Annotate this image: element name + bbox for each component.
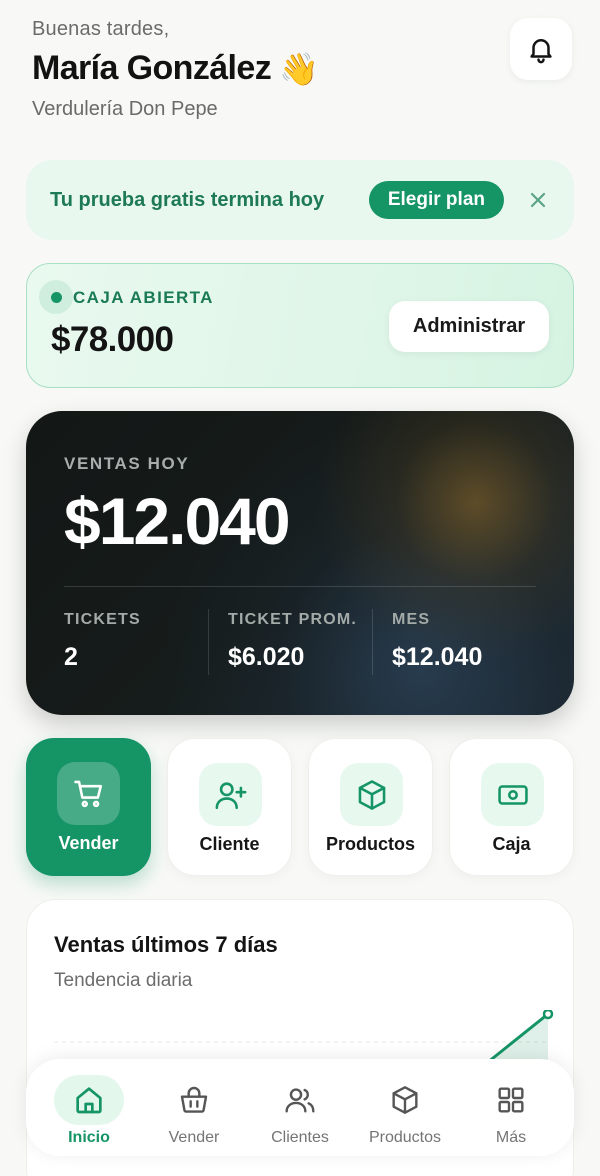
stat-label: TICKETS	[64, 611, 141, 628]
action-label: Caja	[492, 834, 531, 854]
cash-register-card: CAJA ABIERTA $78.000 Administrar	[26, 263, 574, 388]
box-icon	[358, 779, 385, 810]
nav-label: Clientes	[271, 1129, 329, 1146]
notifications-button[interactable]	[510, 18, 572, 80]
choose-plan-button[interactable]: Elegir plan	[368, 181, 504, 219]
action-label: Productos	[325, 834, 415, 854]
stat-separator	[208, 609, 209, 675]
nav-item-more[interactable]: Más	[461, 1059, 561, 1156]
cash-action-button[interactable]: Caja	[449, 738, 574, 876]
stat-value: 2	[64, 643, 78, 671]
products-action-button[interactable]: Productos	[308, 738, 433, 876]
stat-value: $6.020	[228, 643, 305, 671]
stat-label: MES	[392, 611, 431, 628]
sales-today-card: VENTAS HOY $12.040 TICKETS 2 TICKET PROM…	[26, 411, 574, 715]
basket-icon	[180, 1086, 208, 1113]
close-banner-button[interactable]	[526, 188, 550, 212]
stat-label: TICKET PROM.	[228, 611, 358, 628]
cash-amount: $78.000	[51, 320, 174, 359]
nav-item-sell[interactable]: Vender	[144, 1059, 244, 1156]
greeting: Buenas tardes,	[32, 18, 170, 40]
box-icon	[392, 1086, 418, 1114]
stat-value: $12.040	[392, 643, 483, 671]
nav-item-home[interactable]: Inicio	[39, 1059, 139, 1156]
users-icon	[285, 1088, 315, 1113]
trial-text: Tu prueba gratis termina hoy	[50, 188, 325, 211]
sales-today-amount: $12.040	[64, 484, 291, 558]
nav-label: Inicio	[68, 1129, 110, 1146]
close-icon	[530, 192, 546, 208]
chart-subtitle: Tendencia diaria	[54, 970, 193, 991]
home-icon	[76, 1087, 102, 1114]
bottom-nav: Inicio Vender Clientes Productos Más	[26, 1059, 574, 1156]
user-name: María González 👋	[32, 49, 572, 88]
cart-icon	[73, 780, 102, 807]
quick-actions: Vender Cliente Productos Caja	[26, 738, 574, 876]
stat-tickets: TICKETS 2	[64, 611, 141, 677]
bell-icon	[530, 39, 552, 64]
nav-label: Más	[495, 1129, 527, 1146]
cash-status-label: CAJA ABIERTA	[73, 288, 214, 307]
user-name-text: María González	[32, 49, 272, 87]
action-label: Cliente	[199, 834, 260, 854]
sell-action-button[interactable]: Vender	[26, 738, 151, 876]
stat-separator	[372, 609, 373, 675]
stat-average-ticket: TICKET PROM. $6.020	[228, 611, 357, 677]
chart-point	[542, 1010, 554, 1020]
user-plus-icon	[215, 781, 246, 809]
grid-icon	[498, 1087, 524, 1113]
cash-icon	[497, 784, 528, 805]
status-dot	[39, 280, 73, 314]
action-label: Vender	[58, 833, 119, 853]
header: Buenas tardes, María González 👋 Verduler…	[32, 18, 572, 128]
stat-month: MES $12.040	[392, 611, 482, 677]
wave-emoji: 👋	[279, 49, 319, 88]
manage-cash-button[interactable]: Administrar	[389, 301, 549, 352]
trial-banner: Tu prueba gratis termina hoy Elegir plan	[26, 160, 574, 240]
sales-today-label: VENTAS HOY	[64, 454, 190, 473]
nav-label: Vender	[168, 1129, 220, 1146]
store-name: Verdulería Don Pepe	[32, 98, 218, 120]
nav-item-clients[interactable]: Clientes	[250, 1059, 350, 1156]
add-client-action-button[interactable]: Cliente	[167, 738, 292, 876]
divider	[64, 586, 536, 587]
chart-title: Ventas últimos 7 días	[54, 932, 278, 957]
nav-item-products[interactable]: Productos	[355, 1059, 455, 1156]
nav-label: Productos	[368, 1129, 442, 1146]
